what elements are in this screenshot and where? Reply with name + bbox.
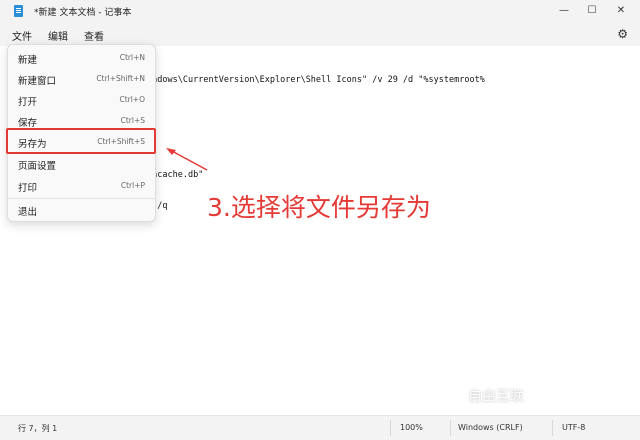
encoding: UTF-8 bbox=[562, 423, 586, 432]
status-divider bbox=[390, 420, 391, 436]
annotation-text: 3.选择将文件另存为 bbox=[207, 193, 431, 222]
zoom-level: 100% bbox=[400, 423, 423, 432]
watermark: 自由互联 bbox=[468, 389, 524, 405]
cursor-position: 行 7，列 1 bbox=[18, 424, 58, 433]
status-divider bbox=[450, 420, 451, 436]
status-bar: 行 7，列 1 100% Windows (CRLF) UTF-8 bbox=[0, 415, 640, 440]
line-ending: Windows (CRLF) bbox=[458, 423, 523, 432]
status-divider bbox=[552, 420, 553, 436]
